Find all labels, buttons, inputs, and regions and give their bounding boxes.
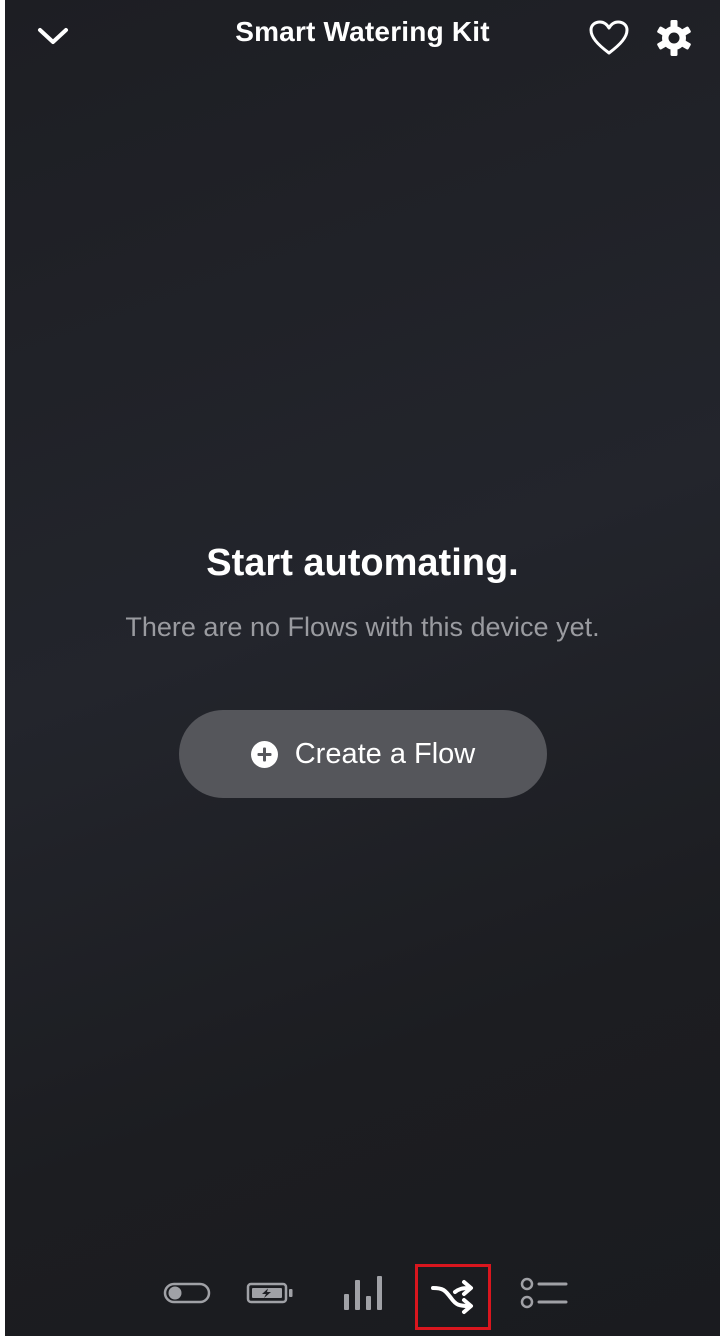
create-flow-button[interactable]: Create a Flow [179,710,547,798]
tab-details[interactable] [507,1262,581,1324]
toggle-icon [163,1282,211,1304]
header: Smart Watering Kit [5,0,720,72]
tab-energy[interactable] [233,1262,307,1324]
empty-state-title: Start automating. [206,542,519,584]
battery-icon [246,1282,293,1304]
empty-state-subtitle: There are no Flows with this device yet. [125,612,600,642]
tab-controls[interactable] [150,1262,224,1324]
bottom-tab-bar [5,1262,720,1332]
gear-icon [657,20,691,56]
favorite-button[interactable] [587,16,631,60]
plus-circle-icon [250,740,278,768]
shuffle-icon [431,1280,473,1314]
list-icon [520,1277,568,1309]
chevron-down-icon [38,28,68,44]
tab-insights[interactable] [326,1262,400,1324]
heart-outline-icon [589,20,629,55]
device-screen: Smart Watering Kit Start automating. The… [5,0,720,1336]
collapse-button[interactable] [31,14,75,58]
settings-button[interactable] [652,16,696,60]
tab-flows[interactable] [415,1264,491,1330]
create-flow-label: Create a Flow [294,737,476,770]
bar-chart-icon [344,1276,382,1310]
